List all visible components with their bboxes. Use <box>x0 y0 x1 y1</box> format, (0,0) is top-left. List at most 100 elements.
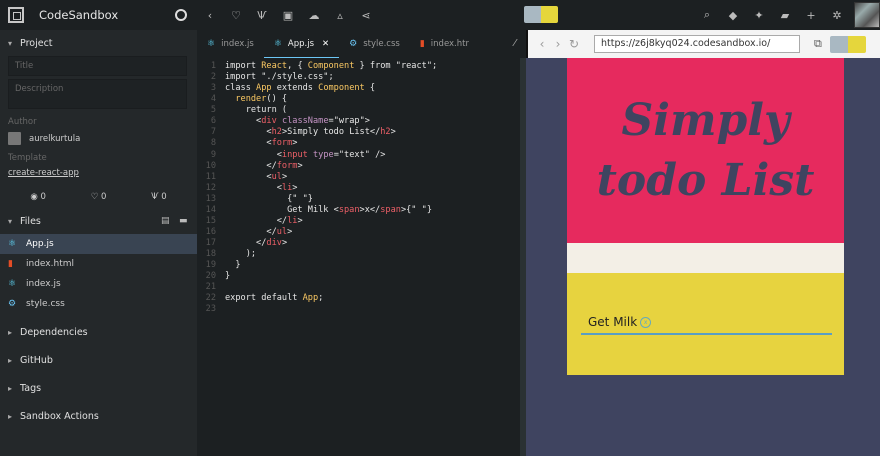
code-text: import "./style.css"; <box>225 72 334 83</box>
file-item-style-css[interactable]: ⚙ style.css <box>0 294 197 314</box>
code-text: {" "} <box>225 193 313 204</box>
section-label: GitHub <box>20 354 53 366</box>
sandbox-stats: ◉ 0 ♡ 0 Ѱ 0 <box>0 192 197 202</box>
eye-icon: ◉ <box>30 192 38 202</box>
react-icon: ⚛ <box>8 239 17 249</box>
description-placeholder: Description <box>15 84 64 94</box>
code-line: 1 import React, { Component } from "react… <box>197 61 526 72</box>
chevron-down-icon: ▾ <box>8 216 13 226</box>
chat-icon[interactable]: ▰ <box>772 9 798 22</box>
code-text: } <box>225 260 241 271</box>
refresh-icon[interactable]: ↻ <box>566 37 582 51</box>
title-field[interactable]: Title <box>8 56 187 76</box>
url-input[interactable]: https://z6j8kyq024.codesandbox.io/ <box>594 35 800 53</box>
project-label: Project <box>20 37 53 49</box>
description-field[interactable]: Description <box>8 79 187 109</box>
likes-stat: ♡ 0 <box>91 192 107 202</box>
deploy-cloud-icon[interactable]: ☁ <box>301 9 327 22</box>
open-external-icon[interactable]: ⧉ <box>814 37 822 51</box>
author-user[interactable]: aurelkurtula <box>0 132 197 145</box>
line-number: 13 <box>205 193 216 204</box>
code-line: 4 render() { <box>197 94 526 105</box>
toolbar-right: ⌕ ◆ ✦ ▰ + ✲ <box>694 0 880 30</box>
github-section[interactable]: ▸ GitHub <box>0 346 197 374</box>
code-line: 22 export default App; <box>197 293 526 304</box>
code-text: import React, { Component } from "react"… <box>225 61 438 71</box>
html5-icon: ▮ <box>419 39 425 49</box>
file-name: index.js <box>26 279 61 289</box>
tab-index-html[interactable]: ▮ index.htr <box>410 30 479 58</box>
files-section-header[interactable]: ▾ Files ▤ ▬ <box>0 208 197 234</box>
tab-label: index.htr <box>430 39 469 49</box>
back-icon[interactable]: ‹ <box>534 37 550 51</box>
preview-toggle[interactable] <box>829 35 866 53</box>
line-number: 15 <box>205 215 216 226</box>
todo-form-input[interactable] <box>567 243 844 273</box>
line-number: 10 <box>205 160 216 171</box>
twitter-icon[interactable]: ✦ <box>746 9 772 22</box>
code-line: 18 ); <box>197 249 526 260</box>
dependencies-section[interactable]: ▸ Dependencies <box>0 318 197 346</box>
project-section-header[interactable]: ▾ Project <box>0 30 197 56</box>
code-text: </li> <box>225 215 303 226</box>
code-text: export default App; <box>225 293 324 304</box>
code-text: <input type="text" /> <box>225 149 386 160</box>
code-text: </form> <box>225 160 303 171</box>
prettify-wand-icon[interactable]: ⁄ <box>504 30 526 58</box>
code-text: <h2>Simply todo List</h2> <box>225 127 396 138</box>
code-line: 14 Get Milk <span>x</span>{" "} <box>197 205 526 216</box>
tags-section[interactable]: ▸ Tags <box>0 374 197 402</box>
react-icon: ⚛ <box>8 279 17 289</box>
search-icon[interactable]: ⌕ <box>694 8 720 22</box>
close-tab-icon[interactable]: ✕ <box>322 39 329 49</box>
author-name: aurelkurtula <box>29 133 81 144</box>
line-number: 8 <box>210 138 216 149</box>
react-icon: ⚛ <box>273 38 282 49</box>
code-text: <li> <box>225 182 298 193</box>
line-number: 21 <box>205 282 216 293</box>
theme-toggle[interactable] <box>524 6 558 23</box>
section-label: Tags <box>20 382 42 394</box>
github-icon[interactable] <box>175 9 187 21</box>
file-item-index-js[interactable]: ⚛ index.js <box>0 274 197 294</box>
zeit-triangle-icon[interactable]: ▵ <box>327 9 353 22</box>
tab-index-js[interactable]: ⚛ index.js <box>197 30 264 58</box>
like-heart-icon[interactable]: ♡ <box>223 9 249 22</box>
file-item-app-js[interactable]: ⚛ App.js <box>0 234 197 254</box>
code-line: 11 <ul> <box>197 172 526 183</box>
forks-stat: Ѱ 0 <box>151 192 166 202</box>
new-sandbox-plus-icon[interactable]: + <box>798 9 824 22</box>
preview-address-bar: ‹ › ↻ https://z6j8kyq024.codesandbox.io/… <box>526 30 880 58</box>
file-item-index-html[interactable]: ▮ index.html <box>0 254 197 274</box>
template-link[interactable]: create-react-app <box>0 168 197 178</box>
css-icon: ⚙ <box>8 299 17 309</box>
settings-gear-icon[interactable]: ✲ <box>824 9 850 22</box>
brand-area: CodeSandbox <box>0 0 197 30</box>
browser-preview: ‹ › ↻ https://z6j8kyq024.codesandbox.io/… <box>526 30 880 456</box>
collapse-chevron-icon[interactable]: ‹ <box>197 9 223 22</box>
fork-icon[interactable]: Ѱ <box>249 9 275 22</box>
patron-badge-icon[interactable]: ◆ <box>720 9 746 22</box>
user-avatar[interactable] <box>854 2 880 28</box>
files-label: Files <box>20 215 41 227</box>
new-folder-icon[interactable]: ▬ <box>179 216 197 226</box>
codesandbox-logo-icon[interactable] <box>8 7 24 23</box>
save-icon[interactable]: ▣ <box>275 9 301 22</box>
line-number: 1 <box>210 61 216 71</box>
chevron-down-icon: ▾ <box>8 38 13 48</box>
forward-icon[interactable]: › <box>550 37 566 51</box>
line-number: 14 <box>205 204 216 215</box>
code-line: 13 {" "} <box>197 194 526 205</box>
line-number: 16 <box>205 226 216 237</box>
code-line: 19 } <box>197 260 526 271</box>
code-area[interactable]: 1 import React, { Component } from "react… <box>197 58 526 315</box>
tab-app-js[interactable]: ⚛ App.js ✕ <box>263 30 340 58</box>
remove-item-icon[interactable]: x <box>640 316 652 328</box>
fork-icon: Ѱ <box>151 192 159 202</box>
line-number: 17 <box>205 238 216 248</box>
code-line: 16 </ul> <box>197 227 526 238</box>
new-file-icon[interactable]: ▤ <box>161 216 179 226</box>
share-icon[interactable]: ⋖ <box>353 9 379 22</box>
tab-style-css[interactable]: ⚙ style.css <box>339 30 410 58</box>
sandbox-actions-section[interactable]: ▸ Sandbox Actions <box>0 402 197 430</box>
